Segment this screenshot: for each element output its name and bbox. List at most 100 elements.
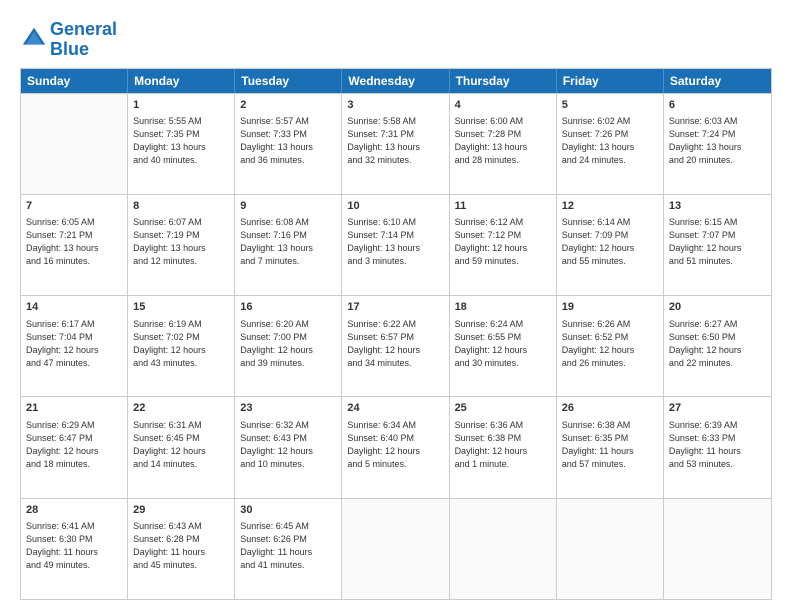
calendar-cell: 11 Sunrise: 6:12 AM Sunset: 7:12 PM Dayli… bbox=[450, 195, 557, 295]
day-number: 5 bbox=[562, 98, 658, 113]
calendar-cell bbox=[342, 499, 449, 599]
day-number: 25 bbox=[455, 401, 551, 416]
day-number: 2 bbox=[240, 98, 336, 113]
calendar-cell: 15 Sunrise: 6:19 AM Sunset: 7:02 PM Dayli… bbox=[128, 296, 235, 396]
calendar-cell: 30 Sunrise: 6:45 AM Sunset: 6:26 PM Dayli… bbox=[235, 499, 342, 599]
calendar-cell: 8 Sunrise: 6:07 AM Sunset: 7:19 PM Daylig… bbox=[128, 195, 235, 295]
day-number: 9 bbox=[240, 199, 336, 214]
day-number: 30 bbox=[240, 503, 336, 518]
calendar-cell bbox=[557, 499, 664, 599]
calendar-cell: 17 Sunrise: 6:22 AM Sunset: 6:57 PM Dayli… bbox=[342, 296, 449, 396]
day-number: 11 bbox=[455, 199, 551, 214]
header-cell-tuesday: Tuesday bbox=[235, 69, 342, 93]
calendar-cell: 13Sunrise: 6:15 AM Sunset: 7:07 PM Dayli… bbox=[664, 195, 771, 295]
cell-details: Sunrise: 6:20 AM Sunset: 7:00 PM Dayligh… bbox=[240, 318, 336, 370]
cell-details: Sunrise: 6:12 AM Sunset: 7:12 PM Dayligh… bbox=[455, 216, 551, 268]
cell-details: Sunrise: 6:43 AM Sunset: 6:28 PM Dayligh… bbox=[133, 520, 229, 572]
day-number: 6 bbox=[669, 98, 766, 113]
cell-details: Sunrise: 6:00 AM Sunset: 7:28 PM Dayligh… bbox=[455, 115, 551, 167]
day-number: 17 bbox=[347, 300, 443, 315]
cell-details: Sunrise: 6:10 AM Sunset: 7:14 PM Dayligh… bbox=[347, 216, 443, 268]
cell-details: Sunrise: 5:57 AM Sunset: 7:33 PM Dayligh… bbox=[240, 115, 336, 167]
calendar-cell: 5 Sunrise: 6:02 AM Sunset: 7:26 PM Daylig… bbox=[557, 94, 664, 194]
calendar-cell: 7 Sunrise: 6:05 AM Sunset: 7:21 PM Daylig… bbox=[21, 195, 128, 295]
day-number: 10 bbox=[347, 199, 443, 214]
cell-details: Sunrise: 6:07 AM Sunset: 7:19 PM Dayligh… bbox=[133, 216, 229, 268]
header-cell-thursday: Thursday bbox=[450, 69, 557, 93]
day-number: 18 bbox=[455, 300, 551, 315]
day-number: 16 bbox=[240, 300, 336, 315]
calendar-cell: 23 Sunrise: 6:32 AM Sunset: 6:43 PM Dayli… bbox=[235, 397, 342, 497]
calendar: SundayMondayTuesdayWednesdayThursdayFrid… bbox=[20, 68, 772, 600]
calendar-cell: 18 Sunrise: 6:24 AM Sunset: 6:55 PM Dayli… bbox=[450, 296, 557, 396]
cell-details: Sunrise: 6:31 AM Sunset: 6:45 PM Dayligh… bbox=[133, 419, 229, 471]
calendar-cell: 1 Sunrise: 5:55 AM Sunset: 7:35 PM Daylig… bbox=[128, 94, 235, 194]
cell-details: Sunrise: 6:34 AM Sunset: 6:40 PM Dayligh… bbox=[347, 419, 443, 471]
calendar-body: 1 Sunrise: 5:55 AM Sunset: 7:35 PM Daylig… bbox=[21, 93, 771, 599]
cell-details: Sunrise: 6:24 AM Sunset: 6:55 PM Dayligh… bbox=[455, 318, 551, 370]
cell-details: Sunrise: 5:55 AM Sunset: 7:35 PM Dayligh… bbox=[133, 115, 229, 167]
calendar-cell: 22 Sunrise: 6:31 AM Sunset: 6:45 PM Dayli… bbox=[128, 397, 235, 497]
cell-details: Sunrise: 6:36 AM Sunset: 6:38 PM Dayligh… bbox=[455, 419, 551, 471]
calendar-cell: 28Sunrise: 6:41 AM Sunset: 6:30 PM Dayli… bbox=[21, 499, 128, 599]
calendar-cell: 3 Sunrise: 5:58 AM Sunset: 7:31 PM Daylig… bbox=[342, 94, 449, 194]
logo: General Blue bbox=[20, 20, 117, 60]
calendar-cell: 24 Sunrise: 6:34 AM Sunset: 6:40 PM Dayli… bbox=[342, 397, 449, 497]
day-number: 15 bbox=[133, 300, 229, 315]
cell-details: Sunrise: 6:39 AM Sunset: 6:33 PM Dayligh… bbox=[669, 419, 766, 471]
day-number: 19 bbox=[562, 300, 658, 315]
calendar-cell bbox=[664, 499, 771, 599]
day-number: 23 bbox=[240, 401, 336, 416]
calendar-cell: 9 Sunrise: 6:08 AM Sunset: 7:16 PM Daylig… bbox=[235, 195, 342, 295]
cell-details: Sunrise: 6:22 AM Sunset: 6:57 PM Dayligh… bbox=[347, 318, 443, 370]
day-number: 21 bbox=[26, 401, 122, 416]
day-number: 26 bbox=[562, 401, 658, 416]
cell-details: Sunrise: 6:02 AM Sunset: 7:26 PM Dayligh… bbox=[562, 115, 658, 167]
calendar-cell: 16 Sunrise: 6:20 AM Sunset: 7:00 PM Dayli… bbox=[235, 296, 342, 396]
calendar-cell: 19 Sunrise: 6:26 AM Sunset: 6:52 PM Dayli… bbox=[557, 296, 664, 396]
calendar-cell: 21 Sunrise: 6:29 AM Sunset: 6:47 PM Dayli… bbox=[21, 397, 128, 497]
calendar-cell: 6Sunrise: 6:03 AM Sunset: 7:24 PM Daylig… bbox=[664, 94, 771, 194]
calendar-cell: 14Sunrise: 6:17 AM Sunset: 7:04 PM Dayli… bbox=[21, 296, 128, 396]
calendar-cell: 12 Sunrise: 6:14 AM Sunset: 7:09 PM Dayli… bbox=[557, 195, 664, 295]
calendar-row-3: 14Sunrise: 6:17 AM Sunset: 7:04 PM Dayli… bbox=[21, 295, 771, 396]
calendar-cell: 10 Sunrise: 6:10 AM Sunset: 7:14 PM Dayli… bbox=[342, 195, 449, 295]
cell-details: Sunrise: 6:45 AM Sunset: 6:26 PM Dayligh… bbox=[240, 520, 336, 572]
cell-details: Sunrise: 6:41 AM Sunset: 6:30 PM Dayligh… bbox=[26, 520, 122, 572]
cell-details: Sunrise: 6:29 AM Sunset: 6:47 PM Dayligh… bbox=[26, 419, 122, 471]
calendar-cell: 25 Sunrise: 6:36 AM Sunset: 6:38 PM Dayli… bbox=[450, 397, 557, 497]
day-number: 20 bbox=[669, 300, 766, 315]
logo-text: General Blue bbox=[50, 20, 117, 60]
cell-details: Sunrise: 6:27 AM Sunset: 6:50 PM Dayligh… bbox=[669, 318, 766, 370]
cell-details: Sunrise: 6:14 AM Sunset: 7:09 PM Dayligh… bbox=[562, 216, 658, 268]
calendar-cell: 2 Sunrise: 5:57 AM Sunset: 7:33 PM Daylig… bbox=[235, 94, 342, 194]
cell-details: Sunrise: 6:32 AM Sunset: 6:43 PM Dayligh… bbox=[240, 419, 336, 471]
day-number: 8 bbox=[133, 199, 229, 214]
calendar-cell: 4 Sunrise: 6:00 AM Sunset: 7:28 PM Daylig… bbox=[450, 94, 557, 194]
calendar-cell: 26 Sunrise: 6:38 AM Sunset: 6:35 PM Dayli… bbox=[557, 397, 664, 497]
cell-details: Sunrise: 5:58 AM Sunset: 7:31 PM Dayligh… bbox=[347, 115, 443, 167]
cell-details: Sunrise: 6:08 AM Sunset: 7:16 PM Dayligh… bbox=[240, 216, 336, 268]
header-cell-sunday: Sunday bbox=[21, 69, 128, 93]
calendar-cell bbox=[21, 94, 128, 194]
calendar-cell: 27Sunrise: 6:39 AM Sunset: 6:33 PM Dayli… bbox=[664, 397, 771, 497]
day-number: 22 bbox=[133, 401, 229, 416]
cell-details: Sunrise: 6:17 AM Sunset: 7:04 PM Dayligh… bbox=[26, 318, 122, 370]
page: General Blue SundayMondayTuesdayWednesda… bbox=[0, 0, 792, 612]
cell-details: Sunrise: 6:38 AM Sunset: 6:35 PM Dayligh… bbox=[562, 419, 658, 471]
logo-icon bbox=[20, 25, 48, 53]
cell-details: Sunrise: 6:15 AM Sunset: 7:07 PM Dayligh… bbox=[669, 216, 766, 268]
day-number: 12 bbox=[562, 199, 658, 214]
cell-details: Sunrise: 6:19 AM Sunset: 7:02 PM Dayligh… bbox=[133, 318, 229, 370]
day-number: 7 bbox=[26, 199, 122, 214]
calendar-row-1: 1 Sunrise: 5:55 AM Sunset: 7:35 PM Daylig… bbox=[21, 93, 771, 194]
day-number: 24 bbox=[347, 401, 443, 416]
header-cell-saturday: Saturday bbox=[664, 69, 771, 93]
cell-details: Sunrise: 6:26 AM Sunset: 6:52 PM Dayligh… bbox=[562, 318, 658, 370]
header-cell-monday: Monday bbox=[128, 69, 235, 93]
cell-details: Sunrise: 6:05 AM Sunset: 7:21 PM Dayligh… bbox=[26, 216, 122, 268]
day-number: 3 bbox=[347, 98, 443, 113]
header-cell-wednesday: Wednesday bbox=[342, 69, 449, 93]
day-number: 1 bbox=[133, 98, 229, 113]
day-number: 4 bbox=[455, 98, 551, 113]
